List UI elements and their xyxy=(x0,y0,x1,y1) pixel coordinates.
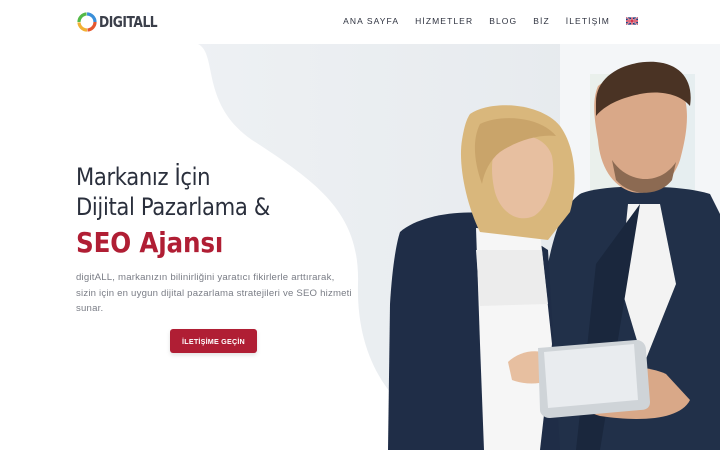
nav-item-blog[interactable]: BLOG xyxy=(489,16,517,26)
site-header: DIGITALL ANA SAYFA HİZMETLER BLOG BİZ İL… xyxy=(0,0,720,44)
logo-text: DIGITALL xyxy=(99,13,158,31)
hero-title: Markanız İçin Dijital Pazarlama & SEO Aj… xyxy=(76,162,296,262)
uk-flag-icon[interactable] xyxy=(626,17,638,25)
nav-item-biz[interactable]: BİZ xyxy=(533,16,550,26)
nav-item-ana-sayfa[interactable]: ANA SAYFA xyxy=(343,16,399,26)
hero-title-line1: Markanız İçin xyxy=(76,163,211,191)
logo[interactable]: DIGITALL xyxy=(76,11,170,33)
nav-item-iletisim[interactable]: İLETİŞİM xyxy=(566,16,610,26)
logo-ring-icon xyxy=(77,12,97,32)
hero-description: digitALL, markanızın bilinirliğini yarat… xyxy=(76,272,352,314)
hero-section: Markanız İçin Dijital Pazarlama & SEO Aj… xyxy=(0,44,720,450)
hero-title-highlight: SEO Ajansı xyxy=(76,226,224,259)
nav-item-hizmetler[interactable]: HİZMETLER xyxy=(415,16,473,26)
contact-cta-button[interactable]: İLETİŞİME GEÇİN xyxy=(170,329,257,353)
main-nav: ANA SAYFA HİZMETLER BLOG BİZ İLETİŞİM xyxy=(343,16,638,26)
hero-title-line2: Dijital Pazarlama & xyxy=(76,193,270,221)
